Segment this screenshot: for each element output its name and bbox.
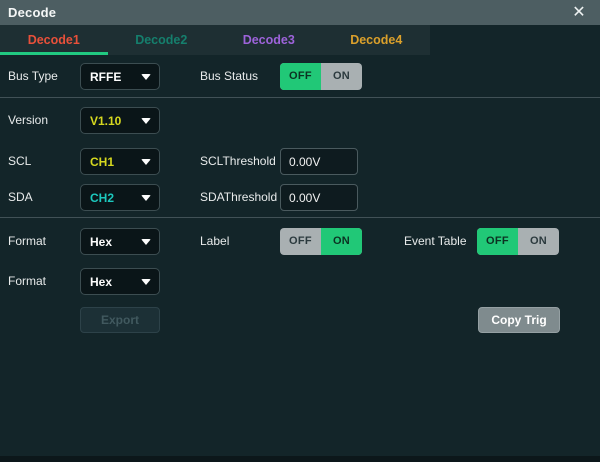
scl-threshold-label: SCLThreshold	[200, 148, 276, 175]
toggle-on-option[interactable]: ON	[321, 63, 362, 90]
tab-decode2[interactable]: Decode2	[108, 25, 216, 55]
event-table-toggle[interactable]: OFF ON	[477, 228, 559, 255]
toggle-on-option[interactable]: ON	[321, 228, 362, 255]
toggle-off-option[interactable]: OFF	[280, 228, 321, 255]
format-row: Format Hex Label OFF ON Event Table OFF …	[0, 228, 600, 255]
tab-decode3[interactable]: Decode3	[215, 25, 323, 55]
label-toggle-label: Label	[200, 228, 229, 255]
tab-decode4[interactable]: Decode4	[323, 25, 431, 55]
format-label: Format	[8, 228, 46, 255]
event-table-label: Event Table	[404, 228, 467, 255]
format2-label: Format	[8, 268, 46, 295]
bus-type-select[interactable]: RFFE	[80, 63, 160, 90]
label-toggle[interactable]: OFF ON	[280, 228, 362, 255]
copy-trig-button[interactable]: Copy Trig	[478, 307, 560, 333]
scl-label: SCL	[8, 148, 31, 175]
bus-status-label: Bus Status	[200, 63, 258, 90]
toggle-off-option[interactable]: OFF	[477, 228, 518, 255]
format2-value: Hex	[81, 275, 141, 289]
bus-type-row: Bus Type RFFE Bus Status OFF ON	[0, 63, 600, 90]
sda-row: SDA CH2 SDAThreshold	[0, 184, 600, 211]
bus-type-label: Bus Type	[8, 63, 58, 90]
tab-label: Decode3	[243, 33, 295, 47]
chevron-down-icon	[141, 118, 151, 124]
tab-label: Decode2	[135, 33, 187, 47]
active-tab-underline	[0, 52, 108, 55]
toggle-on-option[interactable]: ON	[518, 228, 559, 255]
bus-type-value: RFFE	[81, 70, 141, 84]
format-select[interactable]: Hex	[80, 228, 160, 255]
sda-threshold-input[interactable]	[280, 184, 358, 211]
chevron-down-icon	[141, 279, 151, 285]
chevron-down-icon	[141, 159, 151, 165]
decode-dialog: Decode ✕ Decode1 Decode2 Decode3 Decode4…	[0, 0, 600, 462]
dialog-title: Decode	[8, 5, 56, 20]
format2-select[interactable]: Hex	[80, 268, 160, 295]
chevron-down-icon	[141, 239, 151, 245]
titlebar: Decode ✕	[0, 0, 600, 25]
version-select[interactable]: V1.10	[80, 107, 160, 134]
version-value: V1.10	[81, 114, 141, 128]
chevron-down-icon	[141, 195, 151, 201]
version-row: Version V1.10	[0, 107, 600, 134]
chevron-down-icon	[141, 74, 151, 80]
scl-channel-value: CH1	[81, 155, 141, 169]
separator	[0, 217, 600, 218]
close-icon[interactable]: ✕	[566, 0, 592, 25]
bus-status-toggle[interactable]: OFF ON	[280, 63, 362, 90]
toggle-off-option[interactable]: OFF	[280, 63, 321, 90]
separator	[0, 97, 600, 98]
version-label: Version	[8, 107, 48, 134]
tab-label: Decode4	[350, 33, 402, 47]
sda-threshold-label: SDAThreshold	[200, 184, 277, 211]
tab-decode1[interactable]: Decode1	[0, 25, 108, 55]
scl-row: SCL CH1 SCLThreshold	[0, 148, 600, 175]
format-value: Hex	[81, 235, 141, 249]
sda-channel-select[interactable]: CH2	[80, 184, 160, 211]
sda-channel-value: CH2	[81, 191, 141, 205]
sda-label: SDA	[8, 184, 33, 211]
actions-row: Export Copy Trig	[0, 307, 600, 334]
scl-channel-select[interactable]: CH1	[80, 148, 160, 175]
tab-label: Decode1	[28, 33, 80, 47]
scl-threshold-input[interactable]	[280, 148, 358, 175]
format2-row: Format Hex	[0, 268, 600, 295]
export-button[interactable]: Export	[80, 307, 160, 333]
bottom-edge	[0, 456, 600, 462]
decode-tab-strip: Decode1 Decode2 Decode3 Decode4	[0, 25, 430, 55]
